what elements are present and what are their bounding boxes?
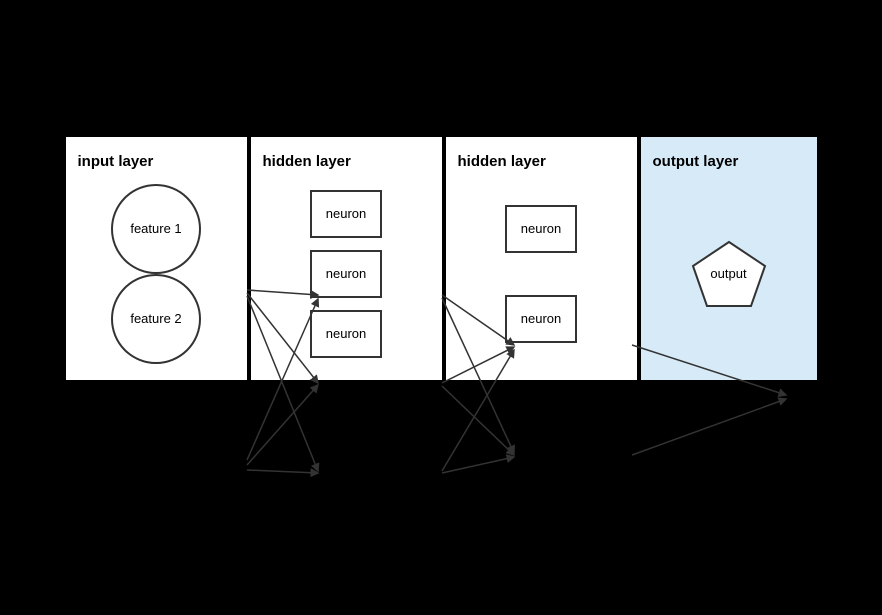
- output-layer-title: output layer: [653, 153, 739, 170]
- neural-network-diagram: input layer feature 1 feature 2: [64, 135, 819, 382]
- output-layer: output layer output: [639, 135, 819, 382]
- output-nodes-container: output: [653, 184, 805, 364]
- input-nodes-container: feature 1 feature 2: [78, 184, 235, 364]
- input-layer: input layer feature 1 feature 2: [64, 135, 249, 382]
- hidden2-node-0: neuron: [505, 205, 577, 253]
- hidden-layer-2-title: hidden layer: [458, 153, 546, 170]
- input-node-1: feature 2: [111, 274, 201, 364]
- hidden2-nodes-container: neuron neuron: [458, 184, 625, 364]
- hidden-layer-1: hidden layer neuron neuron neuron: [249, 135, 444, 382]
- hidden1-node-0: neuron: [310, 190, 382, 238]
- hidden1-node-1: neuron: [310, 250, 382, 298]
- hidden-layer-1-title: hidden layer: [263, 153, 351, 170]
- input-layer-title: input layer: [78, 153, 154, 170]
- hidden1-node-2: neuron: [310, 310, 382, 358]
- output-node-0: output: [689, 238, 769, 310]
- hidden1-nodes-container: neuron neuron neuron: [263, 184, 430, 364]
- input-node-0: feature 1: [111, 184, 201, 274]
- hidden2-node-1: neuron: [505, 295, 577, 343]
- hidden-layer-2: hidden layer neuron neuron: [444, 135, 639, 382]
